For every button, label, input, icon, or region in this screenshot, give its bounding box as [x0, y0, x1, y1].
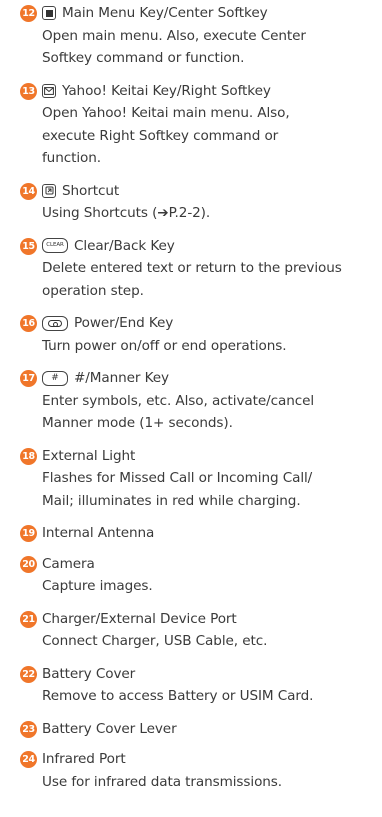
- item-title: Battery Cover: [42, 665, 136, 682]
- item-description: Softkey command or function.: [42, 50, 245, 66]
- item-title-line: Internal Antenna: [42, 522, 382, 545]
- clear-key-icon-label: CLEAR: [46, 242, 64, 248]
- item-title: Clear/Back Key: [74, 237, 175, 254]
- item-title: #/Manner Key: [74, 370, 169, 386]
- item-title-line: CLEAR Clear/Back Key: [42, 235, 382, 258]
- list-item: 21 Charger/External Device Port Connect …: [0, 608, 382, 653]
- item-description: Enter symbols, etc. Also, activate/cance…: [42, 392, 315, 409]
- manner-key-icon-label: #: [51, 372, 59, 383]
- item-description: Open main menu. Also, execute Center: [42, 27, 306, 44]
- item-title: Infrared Port: [42, 751, 126, 767]
- list-item: 20 Camera Capture images.: [0, 553, 382, 598]
- item-title: External Light: [42, 447, 136, 464]
- number-badge: 15: [20, 237, 37, 255]
- list-item: 24 Infrared Port Use for infrared data t…: [0, 748, 382, 793]
- item-title: Internal Antenna: [42, 525, 155, 541]
- item-title: Battery Cover Lever: [42, 720, 177, 737]
- shortcut-key-icon: [42, 183, 56, 198]
- number-badge: 20: [20, 555, 37, 573]
- parts-description-list: 12 Main Menu Key/Center Softkey Open mai…: [0, 2, 382, 803]
- item-description: Flashes for Missed Call or Incoming Call…: [42, 470, 313, 486]
- list-item: 14 Shortcut Using Shortcuts (➔P.2-2).: [0, 180, 382, 225]
- list-item: 15 CLEAR Clear/Back Key Delete entered t…: [0, 235, 382, 303]
- item-title-line: External Light: [42, 445, 382, 468]
- number-badge: 12: [20, 5, 37, 22]
- item-title-line: Charger/External Device Port: [42, 608, 382, 631]
- item-description: Capture images.: [42, 578, 153, 594]
- item-title-line: Shortcut: [42, 180, 382, 203]
- item-title: Main Menu Key/Center Softkey: [62, 5, 268, 21]
- item-title-line: Main Menu Key/Center Softkey: [42, 2, 382, 25]
- item-title: Yahoo! Keitai Key/Right Softkey: [62, 82, 271, 99]
- item-title-line: Infrared Port: [42, 748, 382, 771]
- item-title-line: Camera: [42, 553, 382, 576]
- item-description: Mail; illuminates in red while charging.: [42, 492, 301, 509]
- number-badge: 24: [20, 751, 37, 768]
- item-description: Turn power on/off or end operations.: [42, 337, 287, 354]
- list-item: 17 # #/Manner Key Enter symbols, etc. Al…: [0, 367, 382, 435]
- number-badge: 21: [20, 610, 37, 628]
- center-softkey-icon: [42, 6, 56, 21]
- number-badge: 17: [20, 370, 37, 387]
- list-item: 13 Yahoo! Keitai Key/Right Softkey Open …: [0, 80, 382, 170]
- item-description: Manner mode (1+ seconds).: [42, 415, 233, 431]
- item-description: Using Shortcuts (➔P.2-2).: [42, 205, 211, 221]
- item-description: operation step.: [42, 282, 144, 299]
- item-description: function.: [42, 150, 101, 166]
- item-title: Charger/External Device Port: [42, 610, 237, 627]
- item-description: Use for infrared data transmissions.: [42, 773, 283, 790]
- mail-key-icon: [42, 83, 56, 98]
- list-item: 19 Internal Antenna: [0, 522, 382, 545]
- number-badge: 14: [20, 182, 37, 200]
- item-description: Open Yahoo! Keitai main menu. Also,: [42, 105, 290, 121]
- list-item: 22 Battery Cover Remove to access Batter…: [0, 663, 382, 708]
- list-item: 18 External Light Flashes for Missed Cal…: [0, 445, 382, 513]
- number-badge: 19: [20, 525, 37, 542]
- item-description: Remove to access Battery or USIM Card.: [42, 688, 314, 704]
- number-badge: 18: [20, 447, 37, 465]
- number-badge: 23: [20, 720, 37, 738]
- number-badge: 13: [20, 82, 37, 100]
- item-description: Delete entered text or return to the pre…: [42, 260, 342, 276]
- item-title-line: Power/End Key: [42, 312, 382, 335]
- item-title-line: Battery Cover Lever: [42, 718, 382, 741]
- list-item: 23 Battery Cover Lever: [0, 718, 382, 741]
- item-title-line: Battery Cover: [42, 663, 382, 686]
- number-badge: 22: [20, 665, 37, 683]
- item-title-line: # #/Manner Key: [42, 367, 382, 390]
- clear-key-icon: CLEAR: [42, 238, 68, 254]
- list-item: 12 Main Menu Key/Center Softkey Open mai…: [0, 2, 382, 70]
- number-badge: 16: [20, 315, 37, 332]
- item-title: Power/End Key: [74, 315, 174, 331]
- power-key-icon: [42, 315, 68, 331]
- item-description: Connect Charger, USB Cable, etc.: [42, 633, 268, 649]
- manner-key-icon: #: [42, 370, 68, 386]
- item-title: Shortcut: [62, 182, 120, 199]
- item-title-line: Yahoo! Keitai Key/Right Softkey: [42, 80, 382, 103]
- item-title: Camera: [42, 555, 95, 572]
- list-item: 16 Power/End Key Turn power on/off or en…: [0, 312, 382, 357]
- item-description: execute Right Softkey command or: [42, 127, 279, 144]
